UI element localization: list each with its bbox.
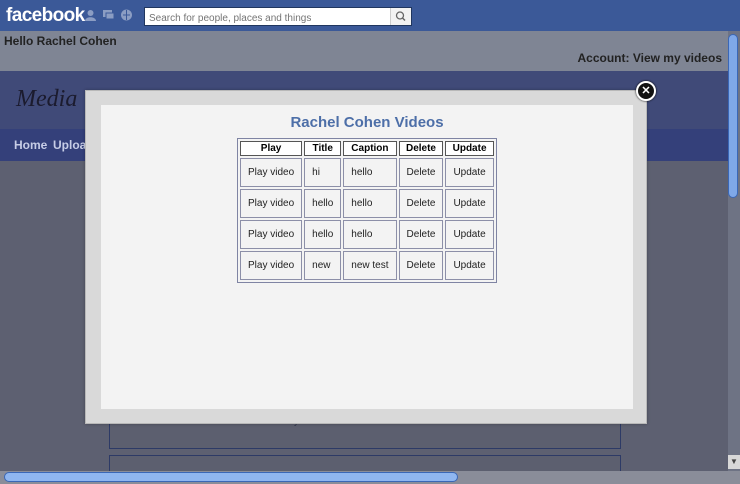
video-caption: hello — [343, 189, 397, 218]
vertical-scroll-thumb[interactable] — [728, 34, 738, 198]
video-title: new — [304, 251, 342, 280]
jewel-icons — [84, 9, 133, 21]
table-row: Play video hello hello Delete Update — [240, 220, 494, 249]
search-icon — [395, 11, 406, 22]
video-title: hi — [304, 158, 342, 187]
delete-link[interactable]: Delete — [398, 220, 444, 249]
close-icon[interactable]: ✕ — [636, 81, 656, 101]
messages-icon[interactable] — [102, 9, 115, 21]
videos-table: Play Title Caption Delete Update Play vi… — [237, 138, 497, 283]
videos-modal: Rachel Cohen Videos Play Title Caption D… — [85, 90, 647, 424]
video-title: hello — [304, 220, 342, 249]
table-header-row: Play Title Caption Delete Update — [240, 141, 494, 156]
delete-link[interactable]: Delete — [398, 189, 444, 218]
friend-requests-icon[interactable] — [84, 9, 97, 21]
account-view-videos-link[interactable]: Account: View my videos — [578, 51, 723, 65]
modal-title: Rachel Cohen Videos — [290, 114, 444, 131]
column-header-caption: Caption — [343, 141, 397, 156]
play-video-link[interactable]: Play video — [240, 251, 303, 280]
update-link[interactable]: Update — [445, 220, 494, 249]
table-row: Play video hi hello Delete Update — [240, 158, 494, 187]
scroll-down-arrow-icon[interactable]: ▼ — [728, 455, 740, 469]
update-link[interactable]: Update — [445, 158, 494, 187]
search-button[interactable] — [390, 8, 411, 25]
search-box — [144, 7, 412, 27]
modal-content: Rachel Cohen Videos Play Title Caption D… — [101, 105, 633, 409]
column-header-play: Play — [240, 141, 303, 156]
column-header-update: Update — [445, 141, 494, 156]
nav-home[interactable]: Home — [14, 138, 47, 152]
play-video-link[interactable]: Play video — [240, 189, 303, 218]
delete-link[interactable]: Delete — [398, 158, 444, 187]
table-row: Play video new new test Delete Update — [240, 251, 494, 280]
delete-link[interactable]: Delete — [398, 251, 444, 280]
column-header-title: Title — [304, 141, 342, 156]
app-brand: Media — [16, 86, 78, 112]
notifications-icon[interactable] — [120, 9, 133, 21]
video-caption: hello — [343, 158, 397, 187]
video-caption: hello — [343, 220, 397, 249]
video-caption: new test — [343, 251, 397, 280]
column-header-delete: Delete — [398, 141, 444, 156]
video-title: hello — [304, 189, 342, 218]
search-input[interactable] — [145, 10, 393, 27]
play-video-link[interactable]: Play video — [240, 158, 303, 187]
greeting: Hello Rachel Cohen — [4, 34, 117, 48]
horizontal-scroll-thumb[interactable] — [4, 472, 458, 482]
facebook-logo[interactable]: facebook — [6, 5, 85, 27]
update-link[interactable]: Update — [445, 251, 494, 280]
play-video-link[interactable]: Play video — [240, 220, 303, 249]
nav-upload[interactable]: Uploa — [53, 138, 86, 152]
update-link[interactable]: Update — [445, 189, 494, 218]
table-row: Play video hello hello Delete Update — [240, 189, 494, 218]
